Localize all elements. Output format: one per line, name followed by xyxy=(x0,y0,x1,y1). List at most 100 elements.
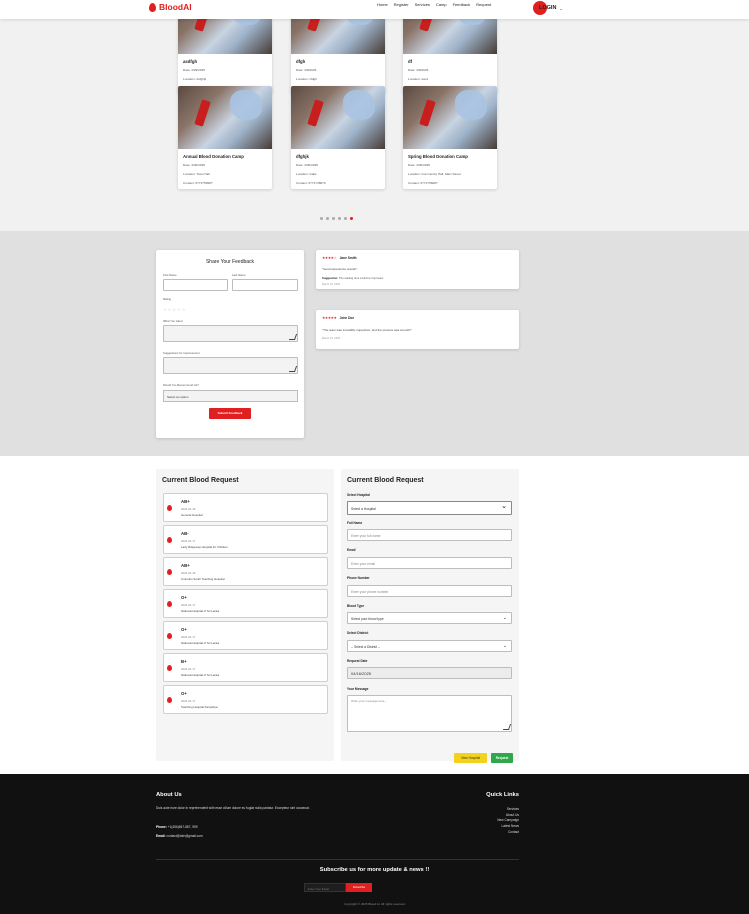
camp-title: dfgh xyxy=(296,59,306,64)
bloodtype-select[interactable]: Select your blood type ⌄ xyxy=(347,612,512,624)
camp-contact: Contact: 0771756987 xyxy=(183,181,213,185)
first-name-input[interactable] xyxy=(163,279,228,291)
subscribe-email-input[interactable]: Enter Your Email xyxy=(304,883,346,892)
camp-date: Date: 4/9/2025 xyxy=(296,68,317,72)
quick-links: Services About Us New Campaign Latest Ne… xyxy=(497,807,519,836)
about-title: About Us xyxy=(156,792,182,798)
hospital-label: Select Hospital xyxy=(347,493,370,497)
request-list-title: Current Blood Request xyxy=(162,477,239,484)
request-hospital: Lady Ridgeway Hospital for Children xyxy=(181,545,228,549)
footer-link-contact[interactable]: Contact xyxy=(497,830,519,836)
blood-type: O+ xyxy=(181,627,187,632)
review-suggestion: Suggestion: The waiting time could be im… xyxy=(322,276,384,280)
request-hospital: Colombo South Teaching Hospital xyxy=(181,577,225,581)
request-date-input[interactable]: 04/16/2025 xyxy=(347,667,512,679)
quick-links-title: Quick Links xyxy=(486,792,519,798)
suggestions-textarea[interactable] xyxy=(163,357,298,374)
nav-register[interactable]: Register xyxy=(394,2,409,7)
nav-request[interactable]: Request xyxy=(476,2,491,7)
camp-date: Date: 4/9/2025 xyxy=(408,68,429,72)
request-date: 2025-04-18 xyxy=(181,507,196,511)
message-label: Your Message xyxy=(347,687,369,691)
camp-card[interactable]: dfghjk Date: 4/30/2025 Location: Galle C… xyxy=(291,86,385,189)
camp-title: Annual Blood Donation Camp xyxy=(183,154,244,159)
blood-type: O+ xyxy=(181,691,187,696)
carousel-dot[interactable] xyxy=(320,217,323,220)
district-select[interactable]: -- Select a District -- ⌄ xyxy=(347,640,512,652)
footer-divider xyxy=(156,859,519,860)
hospital-select[interactable]: Select a Hospital ⌄ xyxy=(347,501,512,515)
camp-title: asdfgh xyxy=(183,59,198,64)
copyright: Copyright © 2025 Blood Ai. All rights re… xyxy=(344,902,405,906)
blood-drop-icon xyxy=(167,601,172,607)
message-textarea[interactable]: Write your message here... xyxy=(347,695,512,732)
footer-link-news[interactable]: Latest News xyxy=(497,824,519,830)
blood-type: AB+ xyxy=(181,499,190,504)
resize-handle-icon[interactable] xyxy=(288,334,298,340)
camp-location: Location: Community Hall, Main Street xyxy=(408,172,461,176)
request-item[interactable]: O+ 2025-04-17 National Hospital of Sri L… xyxy=(163,621,328,650)
carousel-dot[interactable] xyxy=(338,217,341,220)
carousel-dot-active[interactable] xyxy=(350,217,353,220)
logo-text: BloodAI xyxy=(159,2,192,12)
camp-image xyxy=(291,86,385,149)
liked-textarea[interactable] xyxy=(163,325,298,342)
carousel-dot[interactable] xyxy=(326,217,329,220)
footer: About Us Duis aute irure dolor in repreh… xyxy=(0,774,749,914)
camp-location: Location: sfdgh xyxy=(296,77,317,81)
camp-image xyxy=(178,86,272,149)
request-date: 2025-04-17 xyxy=(181,539,196,543)
request-hospital: General Hospital xyxy=(181,513,203,517)
rating-stars[interactable]: ☆ ☆ ☆ ☆ ☆ xyxy=(163,307,185,312)
carousel-dot[interactable] xyxy=(332,217,335,220)
nav-home[interactable]: Home xyxy=(377,2,388,7)
request-item[interactable]: B+ 2025-04-17 National Hospital of Sri L… xyxy=(163,653,328,682)
reviewer-name: John Doe xyxy=(339,316,355,320)
request-date: 2025-04-17 xyxy=(181,667,196,671)
liked-label: What You Liked xyxy=(163,319,183,323)
login-label: LOGIN xyxy=(539,5,557,11)
view-hospital-button[interactable]: View Hospital xyxy=(454,753,487,763)
nav-services[interactable]: Services xyxy=(415,2,430,7)
blood-type: B+ xyxy=(181,659,187,664)
subscribe-title: Subscribe us for more update & news !! xyxy=(319,867,430,873)
request-item[interactable]: AB+ 2025-04-18 Colombo South Teaching Ho… xyxy=(163,557,328,586)
request-form-title: Current Blood Request xyxy=(347,477,424,484)
request-button[interactable]: Request xyxy=(491,753,513,763)
camp-card[interactable]: Spring Blood Donation Camp Date: 4/30/20… xyxy=(403,86,497,189)
camps-section: asdfgh Date: 4/29/2025 Location: dsfghjk… xyxy=(0,0,749,231)
request-item[interactable]: O+ 2025-04-17 National Hospital of Sri L… xyxy=(163,589,328,618)
last-name-input[interactable] xyxy=(232,279,298,291)
phone-input[interactable]: Enter your phone number xyxy=(347,585,512,597)
carousel-pagination xyxy=(320,217,353,220)
phone-label: Phone Number xyxy=(347,576,370,580)
request-hospital: National Hospital of Sri Lanka xyxy=(181,673,220,677)
recommend-select[interactable]: Select an option xyxy=(163,390,298,402)
camp-location: Location: Town Hall xyxy=(183,172,210,176)
blood-drop-icon xyxy=(167,697,172,703)
submit-feedback-button[interactable]: Submit Feedback xyxy=(209,408,251,419)
request-date-label: Request Date xyxy=(347,659,368,663)
chevron-down-icon: ⌄ xyxy=(502,643,507,649)
request-item[interactable]: AB- 2025-04-17 Lady Ridgeway Hospital fo… xyxy=(163,525,328,554)
blood-drop-icon xyxy=(167,505,172,511)
logo[interactable]: BloodAI xyxy=(149,2,192,12)
resize-handle-icon[interactable] xyxy=(502,724,512,730)
resize-handle-icon[interactable] xyxy=(288,366,298,372)
feedback-section: Share Your Feedback First Name Last Name… xyxy=(0,231,749,456)
review-text: "Good experience overall." xyxy=(322,267,358,271)
camp-title: df xyxy=(408,59,413,64)
camp-card[interactable]: Annual Blood Donation Camp Date: 4/30/20… xyxy=(178,86,272,189)
fullname-input[interactable]: Enter your full name xyxy=(347,529,512,541)
camp-location: Location: dsfghjk xyxy=(183,77,207,81)
carousel-dot[interactable] xyxy=(344,217,347,220)
request-item[interactable]: AB+ 2025-04-18 General Hospital xyxy=(163,493,328,522)
nav-camp[interactable]: Camp xyxy=(436,2,447,7)
star-icon[interactable]: ☆ ☆ ☆ ☆ ☆ xyxy=(163,307,185,312)
login-button[interactable]: LOGIN ⌄ xyxy=(533,1,563,15)
review-date: March 15, 2025 xyxy=(322,283,341,286)
subscribe-button[interactable]: Subscribe xyxy=(346,883,372,892)
request-item[interactable]: O+ 2025-04-17 Teaching Hospital Karapiti… xyxy=(163,685,328,714)
nav-feedback[interactable]: Feedback xyxy=(453,2,471,7)
email-input[interactable]: Enter your email xyxy=(347,557,512,569)
